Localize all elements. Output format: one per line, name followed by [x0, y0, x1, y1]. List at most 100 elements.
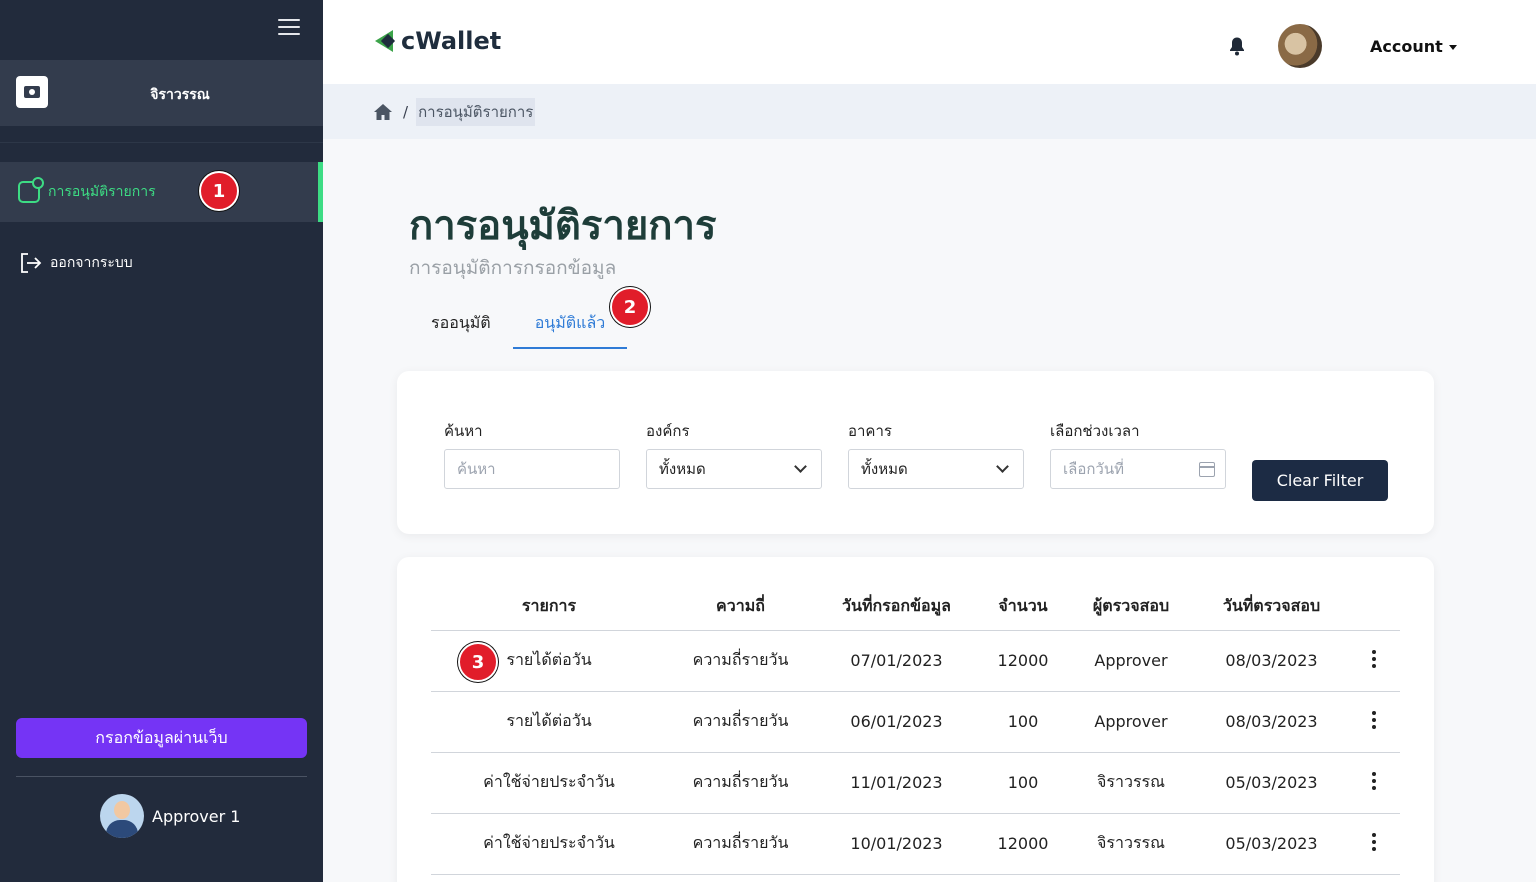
- chevron-down-icon: [996, 460, 1009, 473]
- account-menu[interactable]: Account: [1370, 37, 1457, 56]
- cell-review-date: 08/03/2023: [1195, 630, 1348, 692]
- bell-icon[interactable]: [1228, 36, 1246, 56]
- column-header: วันที่กรอกข้อมูล: [814, 584, 979, 631]
- column-header: ผู้ตรวจสอบ: [1067, 584, 1195, 631]
- sidebar-item-approvals[interactable]: การอนุมัติรายการ: [0, 162, 323, 222]
- column-header: รายการ: [431, 584, 667, 631]
- sidebar-item-logout[interactable]: ออกจากระบบ: [0, 234, 323, 292]
- breadcrumb-separator: /: [403, 103, 409, 121]
- sidebar: จิราวรรณ การอนุมัติรายการ 1 ออกจากระบบ ก…: [0, 0, 323, 882]
- cell-amount: 12000: [979, 630, 1067, 692]
- org-group: องค์กร ทั้งหมด: [646, 419, 822, 489]
- divider: [0, 142, 323, 143]
- more-vertical-icon: [1372, 649, 1376, 668]
- table-header-row: รายการ ความถี่ วันที่กรอกข้อมูล จำนวน ผู…: [431, 584, 1400, 631]
- more-vertical-icon: [1372, 832, 1376, 851]
- more-vertical-icon: [1372, 710, 1376, 729]
- main-content: การอนุมัติรายการ การอนุมัติการกรอกข้อมูล…: [323, 139, 1536, 882]
- approvals-table: รายการ ความถี่ วันที่กรอกข้อมูล จำนวน ผู…: [431, 584, 1400, 875]
- profile-name: Approver 1: [152, 806, 241, 826]
- cell-item: ค่าใช้จ่ายประจำวัน: [431, 752, 667, 814]
- building-label: อาคาร: [848, 422, 892, 440]
- logo-icon: [375, 28, 397, 54]
- clear-filter-button[interactable]: Clear Filter: [1252, 460, 1388, 501]
- date-group: เลือกช่วงเวลา เลือกวันที่: [1050, 419, 1226, 489]
- more-vertical-icon: [1372, 771, 1376, 790]
- tab-bar: รออนุมัติ อนุมัติแล้ว: [409, 305, 628, 349]
- table-row[interactable]: รายได้ต่อวัน ความถี่รายวัน 06/01/2023 10…: [431, 691, 1400, 753]
- column-header: จำนวน: [979, 584, 1067, 631]
- calendar-icon: [1199, 462, 1215, 477]
- date-picker[interactable]: เลือกวันที่: [1050, 449, 1226, 489]
- logo[interactable]: cWallet: [375, 27, 501, 55]
- step-badge: 1: [199, 171, 239, 211]
- table-row[interactable]: ค่าใช้จ่ายประจำวัน ความถี่รายวัน 10/01/2…: [431, 813, 1400, 875]
- cell-entry-date: 06/01/2023: [814, 691, 979, 753]
- table-card: รายการ ความถี่ วันที่กรอกข้อมูล จำนวน ผู…: [397, 557, 1434, 882]
- cell-review-date: 05/03/2023: [1195, 752, 1348, 814]
- cell-reviewer: จิราวรรณ: [1067, 813, 1195, 875]
- cell-entry-date: 11/01/2023: [814, 752, 979, 814]
- sidebar-item-label: ออกจากระบบ: [50, 255, 133, 271]
- divider: [16, 776, 307, 777]
- org-select-value: ทั้งหมด: [659, 460, 706, 478]
- cell-amount: 100: [979, 691, 1067, 753]
- tab-pending[interactable]: รออนุมัติ: [409, 305, 513, 349]
- sidebar-user-name: จิราวรรณ: [150, 87, 210, 103]
- cell-reviewer: จิราวรรณ: [1067, 752, 1195, 814]
- org-label: องค์กร: [646, 422, 690, 440]
- search-label: ค้นหา: [444, 422, 483, 440]
- date-placeholder: เลือกวันที่: [1063, 460, 1124, 478]
- building-select[interactable]: ทั้งหมด: [848, 449, 1024, 489]
- filter-card: ค้นหา ค้นหา องค์กร ทั้งหมด อาคาร ทั้งหมด…: [397, 371, 1434, 534]
- table-row[interactable]: รายได้ต่อวัน ความถี่รายวัน 07/01/2023 12…: [431, 630, 1400, 692]
- column-header: วันที่ตรวจสอบ: [1195, 584, 1348, 631]
- cell-frequency: ความถี่รายวัน: [667, 630, 814, 692]
- row-menu-button[interactable]: [1348, 752, 1400, 814]
- column-header-actions: [1348, 584, 1400, 631]
- cell-review-date: 08/03/2023: [1195, 691, 1348, 753]
- sidebar-item-label: การอนุมัติรายการ: [48, 184, 156, 200]
- building-select-value: ทั้งหมด: [861, 460, 908, 478]
- camera-icon[interactable]: [16, 76, 48, 108]
- logout-icon: [18, 251, 42, 275]
- cell-item: ค่าใช้จ่ายประจำวัน: [431, 813, 667, 875]
- web-entry-button[interactable]: กรอกข้อมูลผ่านเว็บ: [16, 718, 307, 758]
- column-header: ความถี่: [667, 584, 814, 631]
- step-badge: 2: [610, 287, 650, 327]
- approval-icon: [18, 177, 44, 203]
- cell-amount: 100: [979, 752, 1067, 814]
- row-menu-button[interactable]: [1348, 813, 1400, 875]
- cell-reviewer: Approver: [1067, 630, 1195, 692]
- home-icon[interactable]: [373, 103, 393, 121]
- row-menu-button[interactable]: [1348, 691, 1400, 753]
- breadcrumb: / การอนุมัติรายการ: [323, 84, 1536, 139]
- step-badge: 3: [458, 642, 498, 682]
- sidebar-top: [0, 0, 323, 60]
- search-input[interactable]: ค้นหา: [444, 449, 620, 489]
- avatar: [100, 794, 144, 838]
- cell-amount: 12000: [979, 813, 1067, 875]
- search-group: ค้นหา ค้นหา: [444, 419, 620, 489]
- cell-item: รายได้ต่อวัน: [431, 691, 667, 753]
- page-subtitle: การอนุมัติการกรอกข้อมูล: [409, 257, 617, 279]
- row-menu-button[interactable]: [1348, 630, 1400, 692]
- breadcrumb-current: การอนุมัติรายการ: [416, 98, 536, 126]
- cell-review-date: 05/03/2023: [1195, 813, 1348, 875]
- org-select[interactable]: ทั้งหมด: [646, 449, 822, 489]
- menu-icon[interactable]: [278, 19, 300, 37]
- table-row[interactable]: ค่าใช้จ่ายประจำวัน ความถี่รายวัน 11/01/2…: [431, 752, 1400, 814]
- avatar[interactable]: [1278, 24, 1322, 68]
- chevron-down-icon: [794, 460, 807, 473]
- cell-frequency: ความถี่รายวัน: [667, 691, 814, 753]
- user-profile[interactable]: Approver 1: [100, 794, 240, 838]
- building-group: อาคาร ทั้งหมด: [848, 419, 1024, 489]
- cell-entry-date: 07/01/2023: [814, 630, 979, 692]
- sidebar-user-panel: จิราวรรณ: [0, 60, 323, 126]
- logo-text: cWallet: [401, 27, 502, 55]
- cell-entry-date: 10/01/2023: [814, 813, 979, 875]
- cell-reviewer: Approver: [1067, 691, 1195, 753]
- top-header: cWallet Account: [323, 0, 1536, 84]
- page-title: การอนุมัติรายการ: [409, 203, 717, 249]
- date-label: เลือกช่วงเวลา: [1050, 422, 1140, 440]
